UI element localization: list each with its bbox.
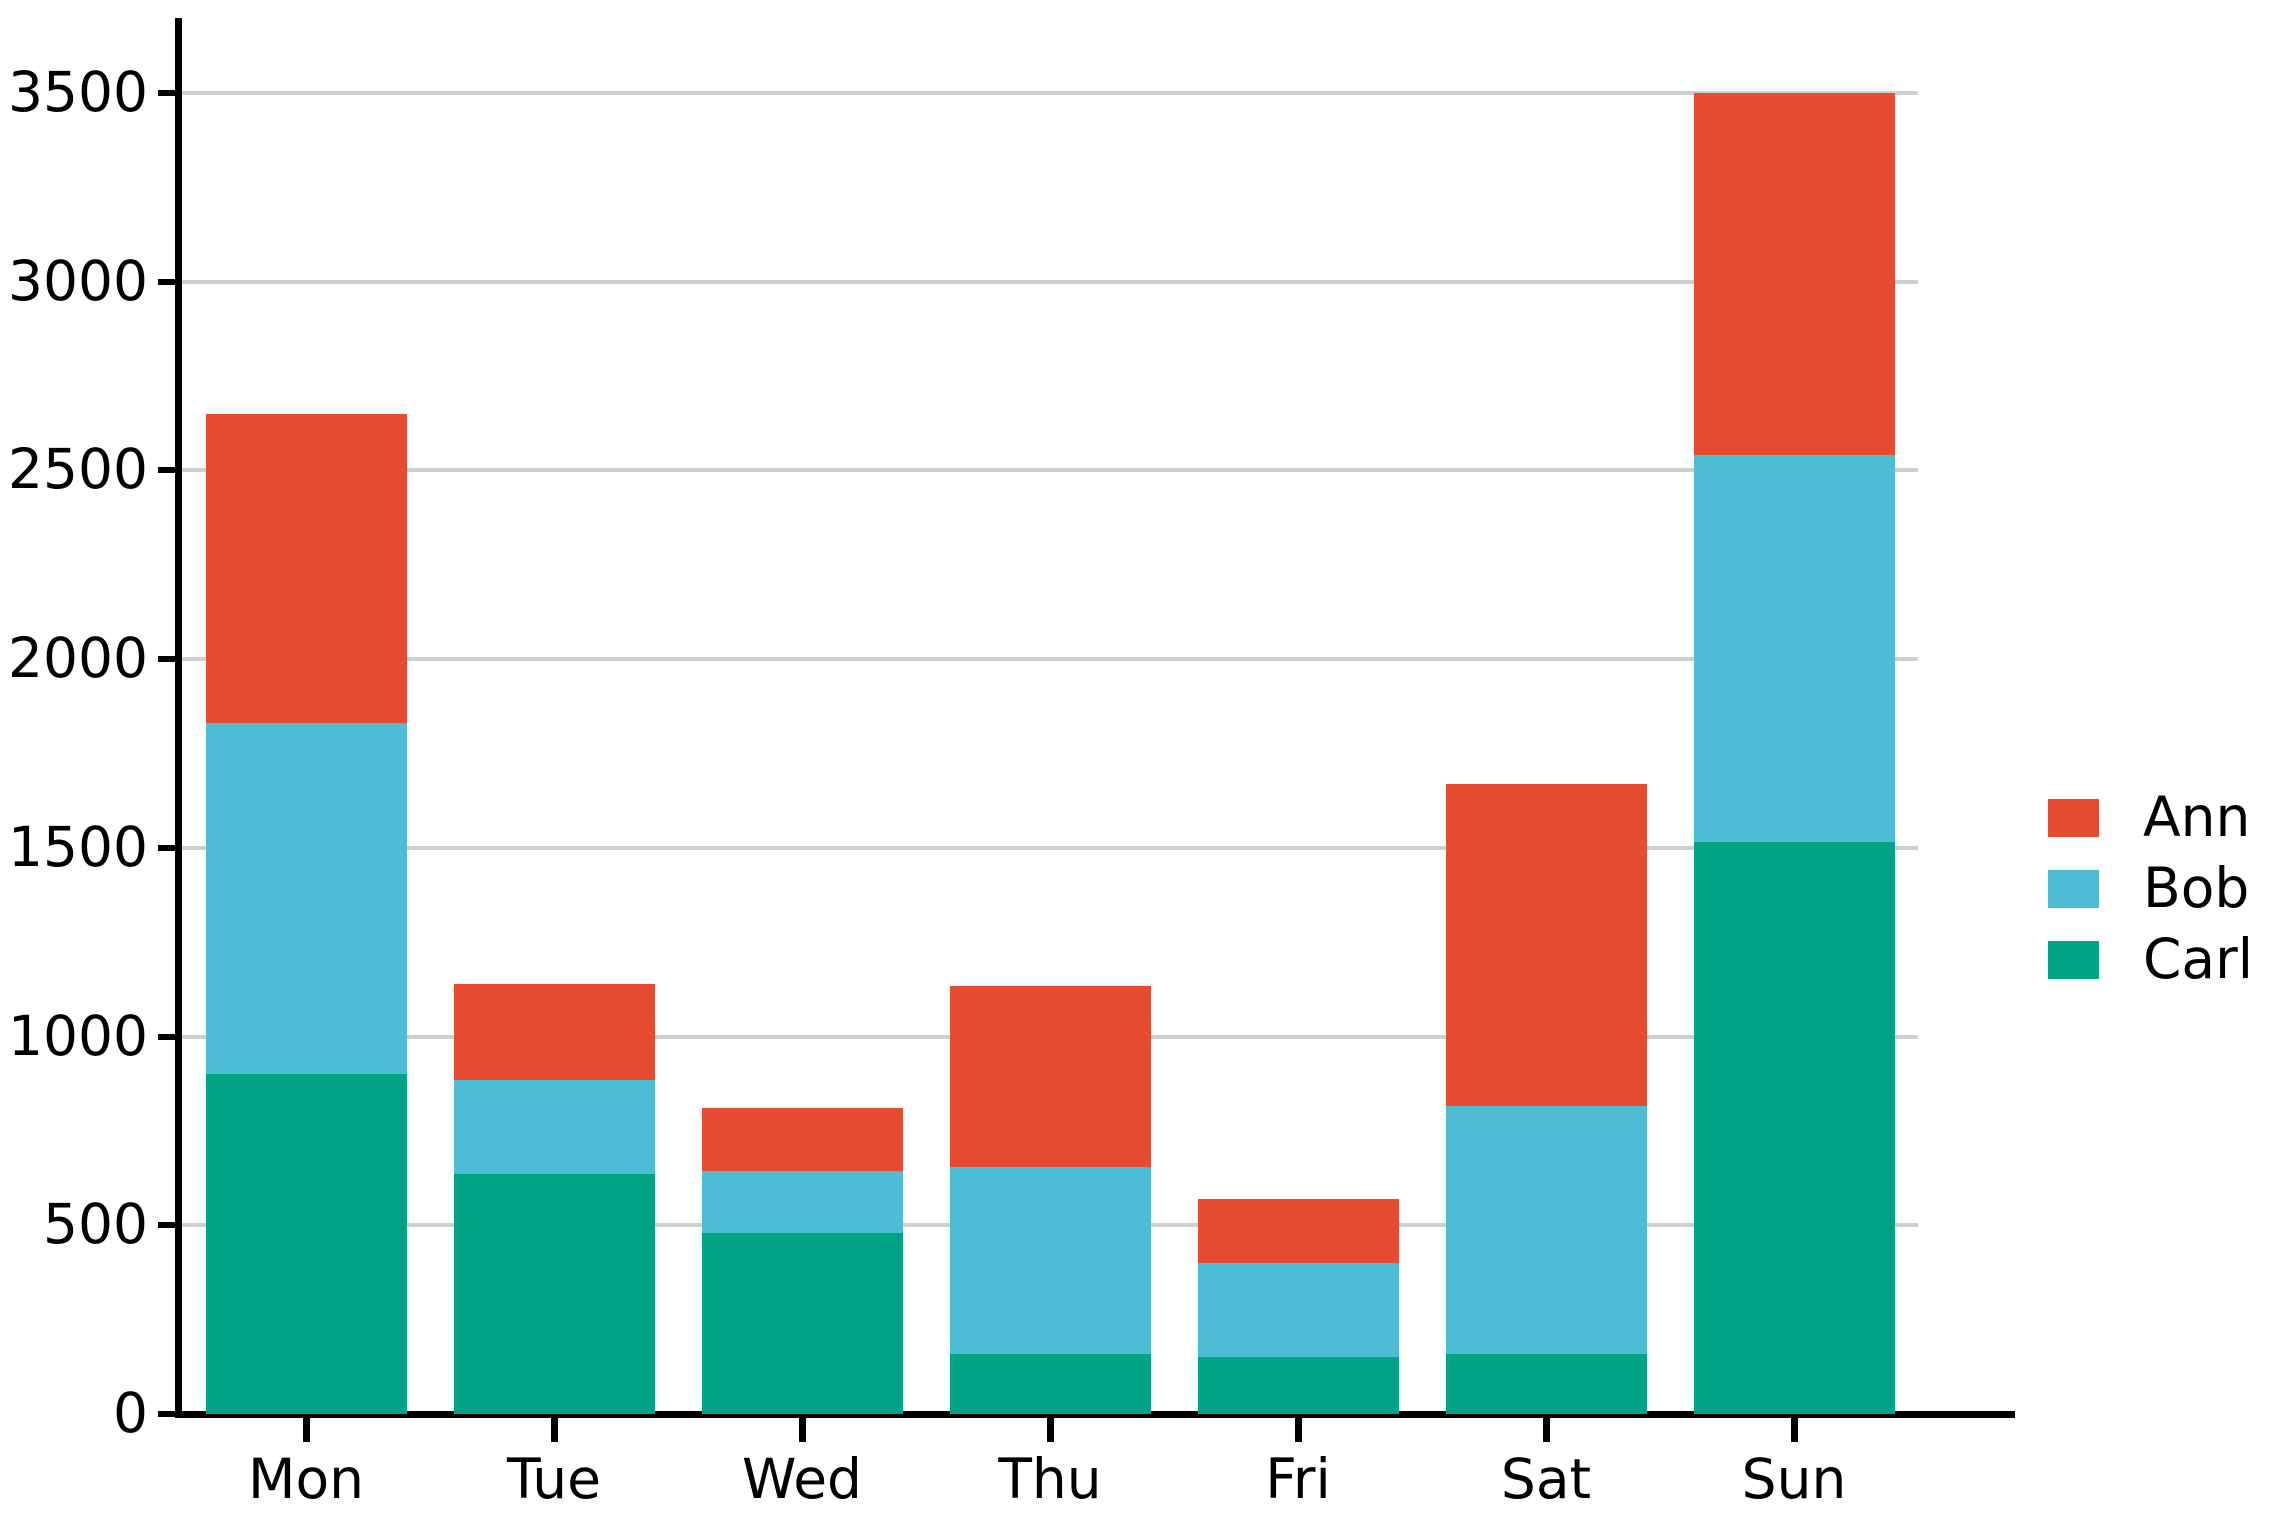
bar-stack-thu[interactable]: [949, 0, 1151, 1414]
x-tick-mark: [551, 1418, 558, 1442]
bar-stack-sun[interactable]: [1693, 0, 1895, 1414]
legend-item-bob[interactable]: Bob: [2048, 853, 2253, 924]
legend-swatch-ann: [2048, 798, 2099, 837]
chart-legend: Ann Bob Carl: [2048, 782, 2253, 995]
y-tick-mark: [158, 467, 182, 474]
x-tick-label: Fri: [1265, 1447, 1331, 1511]
x-tick-label: Wed: [742, 1447, 862, 1511]
y-tick-mark: [158, 1222, 182, 1229]
bar-segment-fri-ann[interactable]: [1197, 1198, 1399, 1264]
bar-segment-fri-carl[interactable]: [1197, 1357, 1399, 1414]
x-tick-label: Sat: [1500, 1447, 1592, 1511]
y-axis-spine: [175, 18, 182, 1418]
legend-label-carl: Carl: [2143, 927, 2253, 991]
legend-swatch-carl: [2048, 940, 2099, 979]
bar-segment-mon-carl[interactable]: [205, 1074, 407, 1414]
y-tick-label: 0: [113, 1381, 148, 1445]
stacked-bar-chart: 0 500 1000 1500 2000 2500 3000 3500 Mon Tue Wed Th…: [0, 0, 2282, 1521]
bar-segment-tue-carl[interactable]: [453, 1174, 655, 1414]
bar-stack-sat[interactable]: [1445, 0, 1647, 1414]
bar-segment-sun-ann[interactable]: [1693, 93, 1895, 456]
y-tick-mark: [158, 1033, 182, 1040]
legend-swatch-bob: [2048, 869, 2099, 908]
bar-segment-sat-bob[interactable]: [1445, 1106, 1647, 1354]
y-tick-label: 1000: [8, 1003, 148, 1068]
y-tick-mark: [158, 90, 182, 96]
bar-segment-sat-carl[interactable]: [1445, 1353, 1647, 1414]
x-tick-label: Mon: [248, 1447, 364, 1511]
bar-segment-wed-bob[interactable]: [701, 1170, 903, 1233]
x-tick-mark: [1047, 1418, 1054, 1442]
x-tick-label: Sun: [1741, 1447, 1847, 1511]
x-tick-mark: [1791, 1418, 1798, 1442]
bar-segment-thu-bob[interactable]: [949, 1166, 1151, 1354]
bar-segment-mon-bob[interactable]: [205, 723, 407, 1075]
y-tick-mark: [158, 1411, 182, 1417]
legend-label-ann: Ann: [2143, 785, 2251, 849]
bar-segment-tue-ann[interactable]: [453, 983, 655, 1080]
x-tick-mark: [1543, 1418, 1550, 1442]
bar-stack-tue[interactable]: [453, 0, 655, 1414]
legend-item-carl[interactable]: Carl: [2048, 924, 2253, 995]
y-tick-label: 500: [43, 1192, 148, 1257]
bar-segment-wed-ann[interactable]: [701, 1108, 903, 1171]
bar-segment-fri-bob[interactable]: [1197, 1263, 1399, 1358]
bar-stack-fri[interactable]: [1197, 0, 1399, 1414]
x-tick-mark: [1295, 1418, 1302, 1442]
bar-segment-sun-bob[interactable]: [1693, 455, 1895, 843]
y-tick-label: 2500: [8, 437, 148, 502]
bar-segment-thu-ann[interactable]: [949, 985, 1151, 1167]
y-tick-mark: [158, 844, 182, 851]
y-tick-label: 3500: [8, 60, 148, 124]
bar-stack-wed[interactable]: [701, 0, 903, 1414]
x-tick-label: Thu: [998, 1447, 1102, 1511]
bar-segment-thu-carl[interactable]: [949, 1353, 1151, 1414]
bar-segment-mon-ann[interactable]: [205, 413, 407, 724]
bar-segment-sat-ann[interactable]: [1445, 783, 1647, 1107]
y-tick-mark: [158, 278, 182, 285]
bar-segment-sun-carl[interactable]: [1693, 842, 1895, 1414]
y-tick-label: 2000: [8, 626, 148, 691]
y-tick-mark: [158, 656, 182, 663]
x-tick-mark: [799, 1418, 806, 1442]
y-tick-label: 3000: [8, 248, 148, 313]
legend-item-ann[interactable]: Ann: [2048, 782, 2253, 853]
x-tick-mark: [303, 1418, 310, 1442]
bar-segment-tue-bob[interactable]: [453, 1079, 655, 1175]
x-tick-label: Tue: [507, 1447, 601, 1511]
legend-label-bob: Bob: [2143, 856, 2250, 920]
bar-stack-mon[interactable]: [205, 0, 407, 1414]
y-tick-label: 1500: [8, 814, 148, 879]
bar-segment-wed-carl[interactable]: [701, 1232, 903, 1414]
